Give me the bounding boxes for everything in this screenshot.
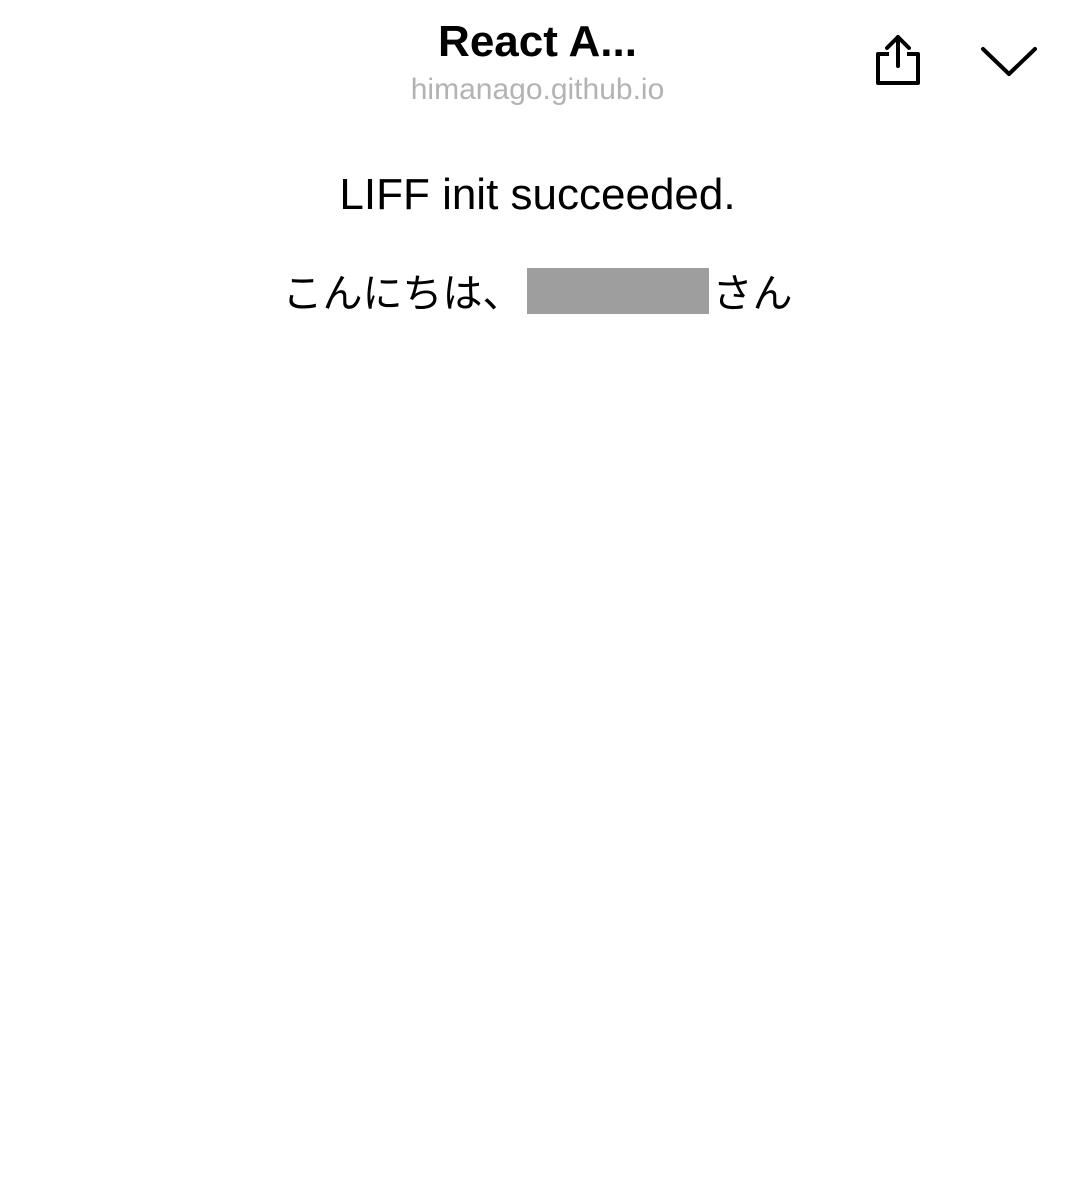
close-button[interactable] (976, 40, 1042, 82)
chevron-down-icon (981, 47, 1037, 76)
liff-header: React A... himanago.github.io (0, 0, 1075, 130)
redacted-user-name (526, 268, 709, 314)
share-button[interactable] (868, 34, 928, 90)
liff-status-text: LIFF init succeeded. (339, 170, 736, 219)
share-icon (876, 35, 920, 85)
greeting-suffix: さん (712, 271, 793, 317)
greeting-prefix: こんにちは、 (282, 271, 523, 317)
greeting-text: こんにちは、 さん (0, 268, 1075, 320)
